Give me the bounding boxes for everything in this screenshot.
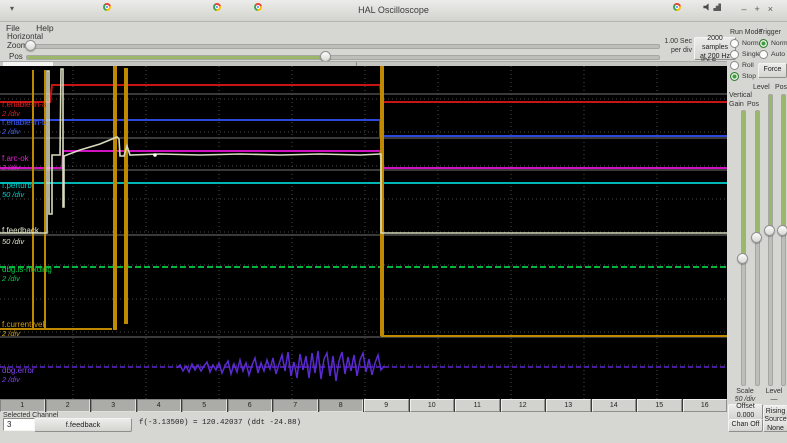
cursor-readout: f(-3.13500) = 120.42037 (ddt -24.88) — [139, 419, 302, 427]
channel-scale-label: 2 /div — [1, 329, 21, 338]
trigger-pos-slider-thumb[interactable] — [777, 225, 787, 236]
channel-tab-16[interactable]: 16 — [682, 399, 727, 412]
radio-roll[interactable]: Roll — [730, 60, 758, 71]
zoom-slider[interactable] — [26, 44, 660, 49]
vertical-pos-label: Pos — [746, 101, 759, 108]
trigger-level-label: Level — [753, 84, 770, 91]
radio-dot — [730, 61, 739, 70]
pos-label: Pos — [9, 52, 23, 61]
scale-value: 50 /div — [734, 396, 756, 403]
channel-tabs: 1 2 3 4 5 6 7 8 9 10 11 12 13 14 15 16 — [0, 399, 727, 412]
run-mode-options: Normal Single Roll Stop — [730, 38, 764, 82]
channel-tab-5[interactable]: 5 — [182, 399, 227, 412]
scale-label: Scale — [736, 388, 754, 395]
level-value: — — [770, 396, 778, 403]
trigger-level-slider[interactable] — [768, 94, 773, 386]
channel-tab-3[interactable]: 3 — [91, 399, 136, 412]
run-mode-label: Run Mode — [730, 29, 763, 36]
channel-tab-11[interactable]: 11 — [455, 399, 500, 412]
vertical-pos-slider-thumb[interactable] — [751, 232, 762, 243]
gain-slider-thumb[interactable] — [737, 253, 748, 264]
horizontal-section-label: Horizontal — [7, 32, 44, 41]
maximize-button[interactable]: + — [754, 4, 767, 14]
window-title: HAL Oscilloscope — [358, 5, 429, 15]
channel-scale-label: 2 /div — [1, 127, 21, 136]
trace-cursor-marker[interactable] — [153, 153, 157, 157]
vertical-label: Vertical — [729, 92, 752, 99]
pos-slider[interactable] — [26, 55, 660, 60]
gain-label: Gain — [729, 101, 744, 108]
radio-dot — [730, 72, 739, 81]
channel-label: f.perturb — [2, 181, 32, 190]
channel-label: f.arc-ok — [2, 154, 30, 163]
channel-scale-label: 2 /div — [1, 375, 21, 384]
radio-dot — [730, 50, 739, 59]
radio-dot — [759, 50, 768, 59]
zoom-slider-thumb[interactable] — [25, 40, 36, 51]
trigger-pos-slider[interactable] — [781, 94, 786, 386]
radio-single[interactable]: Single — [730, 49, 761, 60]
channel-scale-label: 2 /div — [1, 163, 21, 172]
channel-label: f.enable-in-b — [2, 118, 47, 127]
trigger-level-slider-thumb[interactable] — [764, 225, 775, 236]
titlebar[interactable]: ▾ HAL Oscilloscope –+× — [0, 0, 787, 22]
channel-tab-12[interactable]: 12 — [500, 399, 545, 412]
radio-label: Auto — [771, 51, 785, 58]
channel-scale-label: 2 /div — [1, 274, 21, 283]
radio-label: Roll — [742, 62, 754, 69]
selected-channel-name-button[interactable]: f.feedback — [34, 418, 132, 432]
offset-button[interactable]: Offset 0.000 — [728, 403, 763, 420]
radio-label: Stop — [742, 73, 756, 80]
radio-normal[interactable]: Normal — [730, 38, 764, 49]
channel-tab-8[interactable]: 8 — [318, 399, 363, 412]
channel-tab-10[interactable]: 10 — [409, 399, 454, 412]
oscilloscope-display[interactable]: f.enable-in-a2 /divf.enable-in-b2 /divf.… — [0, 66, 727, 399]
channel-label: dbg.error — [2, 366, 35, 375]
gain-slider[interactable] — [741, 110, 746, 386]
minimize-button[interactable]: – — [741, 4, 754, 14]
chrome-icon[interactable] — [102, 3, 111, 11]
trigger-label: Trigger — [759, 29, 781, 36]
channel-label: f.enable-in-a — [2, 100, 47, 109]
channel-tab-15[interactable]: 15 — [637, 399, 682, 412]
channel-tab-2[interactable]: 2 — [45, 399, 90, 412]
level-label: Level — [765, 388, 783, 395]
channel-label: dbg.is-holding — [2, 265, 52, 274]
channel-tab-1[interactable]: 1 — [0, 399, 45, 412]
channel-label: f.feedback — [2, 226, 40, 235]
radio-normal[interactable]: Normal — [759, 38, 787, 49]
channel-scale-label: 50 /div — [2, 190, 25, 199]
selected-channel-number: 3 — [3, 418, 35, 431]
channel-scale-label: 2 /div — [1, 109, 21, 118]
radio-auto[interactable]: Auto — [759, 49, 787, 60]
force-button[interactable]: Force — [758, 63, 787, 78]
chan-off-button[interactable]: Chan Off — [728, 419, 763, 432]
trigger-pos-label: Pos — [774, 84, 787, 91]
channel-tab-4[interactable]: 4 — [136, 399, 181, 412]
close-button[interactable]: × — [768, 4, 781, 14]
channel-label: f.current-vel — [2, 320, 44, 329]
channel-tab-6[interactable]: 6 — [227, 399, 272, 412]
time-per-div-unit: per div — [670, 47, 692, 54]
radio-dot — [759, 39, 768, 48]
time-per-div-value: 1.00 Sec — [664, 38, 692, 45]
channel-tab-7[interactable]: 7 — [273, 399, 318, 412]
channel-tab-9[interactable]: 9 — [364, 399, 409, 412]
radio-stop[interactable]: Stop — [730, 71, 758, 82]
vertical-pos-slider[interactable] — [755, 110, 760, 386]
channel-tab-13[interactable]: 13 — [546, 399, 591, 412]
trigger-options: Normal Auto — [759, 38, 787, 60]
channel-tab-14[interactable]: 14 — [591, 399, 636, 412]
radio-label: Normal — [771, 40, 787, 47]
channel-scale-label: 50 /div — [2, 237, 25, 246]
radio-dot — [730, 39, 739, 48]
source-button[interactable]: Source None — [763, 416, 787, 432]
